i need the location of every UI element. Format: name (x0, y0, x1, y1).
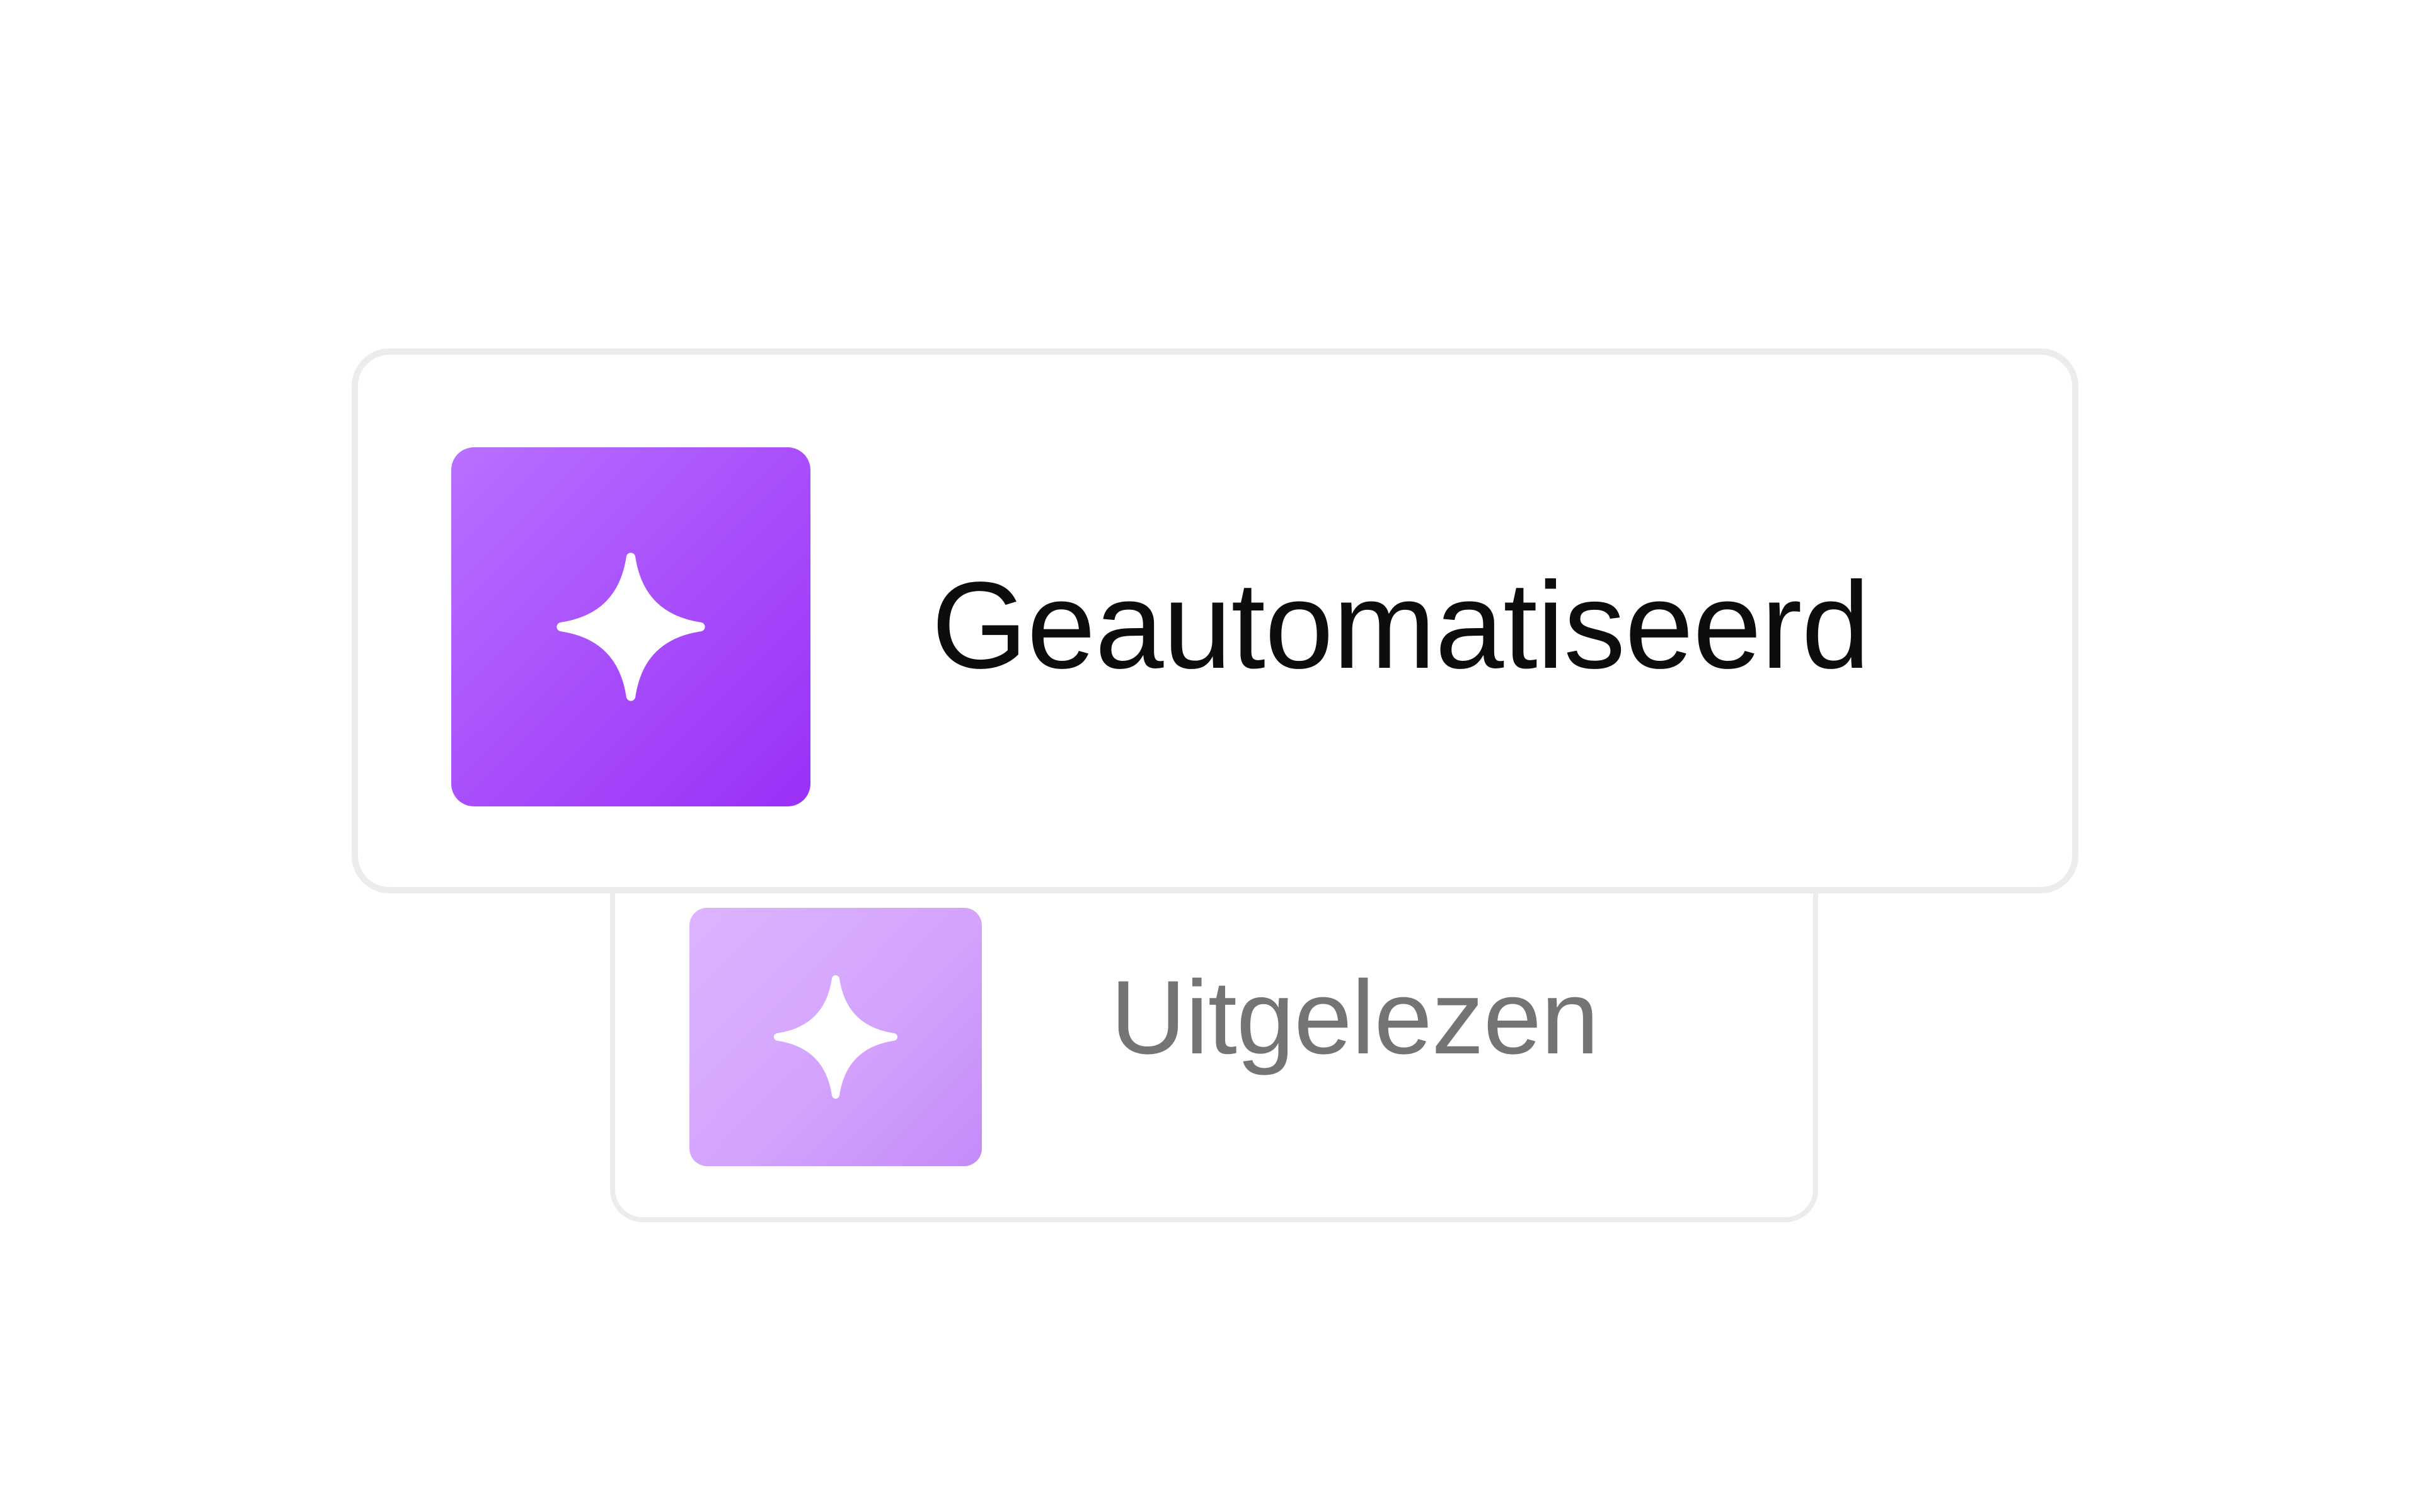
sparkle-icon (774, 975, 897, 1099)
status-label-uitgelezen: Uitgelezen (1110, 959, 1599, 1076)
sparkle-tile-secondary (689, 908, 982, 1166)
status-card-geautomatiseerd[interactable]: Geautomatiseerd (352, 348, 2078, 893)
status-label-geautomatiseerd: Geautomatiseerd (931, 556, 1870, 694)
sparkle-icon (556, 553, 705, 701)
sparkle-tile-primary (451, 447, 810, 806)
